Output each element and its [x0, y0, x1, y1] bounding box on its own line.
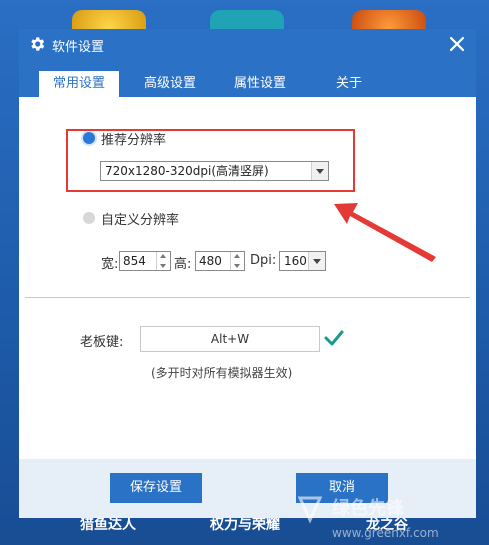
tab-general[interactable]: 常用设置 — [39, 71, 119, 97]
height-value: 480 — [199, 254, 222, 268]
watermark-brand: 绿色先锋 — [332, 497, 405, 519]
tab-bar: 常用设置 高级设置 属性设置 关于 — [19, 61, 476, 97]
custom-resolution-radio[interactable] — [83, 212, 95, 224]
dpi-label: Dpi: — [250, 253, 277, 268]
tab-advanced[interactable]: 高级设置 — [130, 71, 210, 97]
width-label: 宽: — [101, 257, 119, 272]
height-increment[interactable] — [231, 252, 244, 261]
title-bar: 软件设置 — [19, 29, 476, 61]
chevron-down-icon — [308, 252, 325, 270]
annotation-highlight-box — [66, 129, 355, 192]
settings-dialog: 软件设置 常用设置 高级设置 属性设置 关于 推荐分辨率 720x1280-32… — [19, 29, 476, 518]
height-decrement[interactable] — [231, 261, 244, 270]
boss-key-note: (多开时对所有模拟器生效) — [151, 366, 293, 380]
width-decrement[interactable] — [157, 261, 170, 270]
width-stepper[interactable]: 854 — [119, 251, 171, 271]
boss-key-label: 老板键: — [80, 335, 124, 350]
app-icon-power-glory[interactable] — [210, 10, 284, 30]
dpi-select[interactable]: 160 — [279, 251, 326, 271]
boss-key-input[interactable]: Alt+W — [140, 326, 320, 352]
watermark-url: www.greenxf.com — [332, 526, 439, 540]
tab-about[interactable]: 关于 — [310, 71, 388, 97]
watermark-logo: 绿色先锋 www.greenxf.com — [297, 496, 439, 540]
height-stepper[interactable]: 480 — [195, 251, 245, 271]
section-divider — [25, 297, 470, 298]
app-icon-fishing[interactable] — [72, 10, 146, 30]
custom-resolution-label: 自定义分辨率 — [101, 213, 180, 228]
tab-properties[interactable]: 属性设置 — [220, 71, 300, 97]
gear-icon — [31, 37, 45, 51]
app-icon-dragon-nest[interactable] — [352, 10, 426, 30]
width-value: 854 — [123, 254, 146, 268]
save-button[interactable]: 保存设置 — [110, 473, 202, 503]
width-increment[interactable] — [157, 252, 170, 261]
dialog-title: 软件设置 — [52, 40, 105, 55]
height-label: 高: — [174, 257, 192, 272]
checkmark-icon — [324, 330, 344, 346]
dpi-value: 160 — [284, 254, 307, 268]
close-icon[interactable] — [446, 33, 468, 55]
